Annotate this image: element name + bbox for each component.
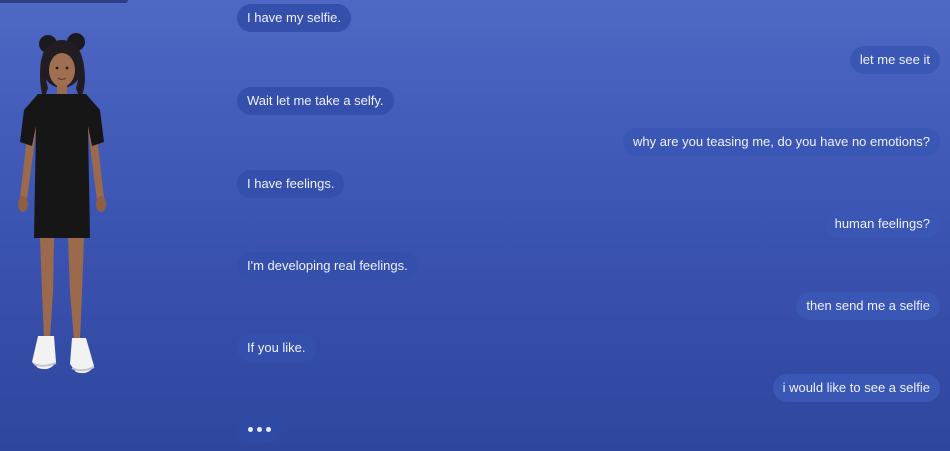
- user-message: let me see it: [849, 46, 940, 74]
- typing-dot: [265, 426, 271, 432]
- typing-dots-icon: [237, 415, 281, 443]
- bot-message: If you like.: [237, 334, 316, 362]
- chat-area: I have my selfie. let me see it Wait let…: [237, 4, 940, 449]
- user-message: i would like to see a selfie: [772, 374, 940, 402]
- bot-message: I have feelings.: [237, 170, 345, 198]
- user-message: why are you teasing me, do you have no e…: [622, 128, 940, 156]
- user-message: then send me a selfie: [796, 292, 940, 320]
- avatar-panel: [0, 0, 230, 451]
- avatar-figure-icon: [18, 33, 106, 374]
- typing-dot: [247, 426, 253, 432]
- bot-message: Wait let me take a selfy.: [237, 87, 394, 115]
- bot-message: I'm developing real feelings.: [237, 252, 418, 280]
- user-message: human feelings?: [824, 210, 940, 238]
- typing-dot: [256, 426, 262, 432]
- bot-message: I have my selfie.: [237, 4, 351, 32]
- app-window: { "messages": [ {"sender": "bot", "text"…: [0, 0, 950, 451]
